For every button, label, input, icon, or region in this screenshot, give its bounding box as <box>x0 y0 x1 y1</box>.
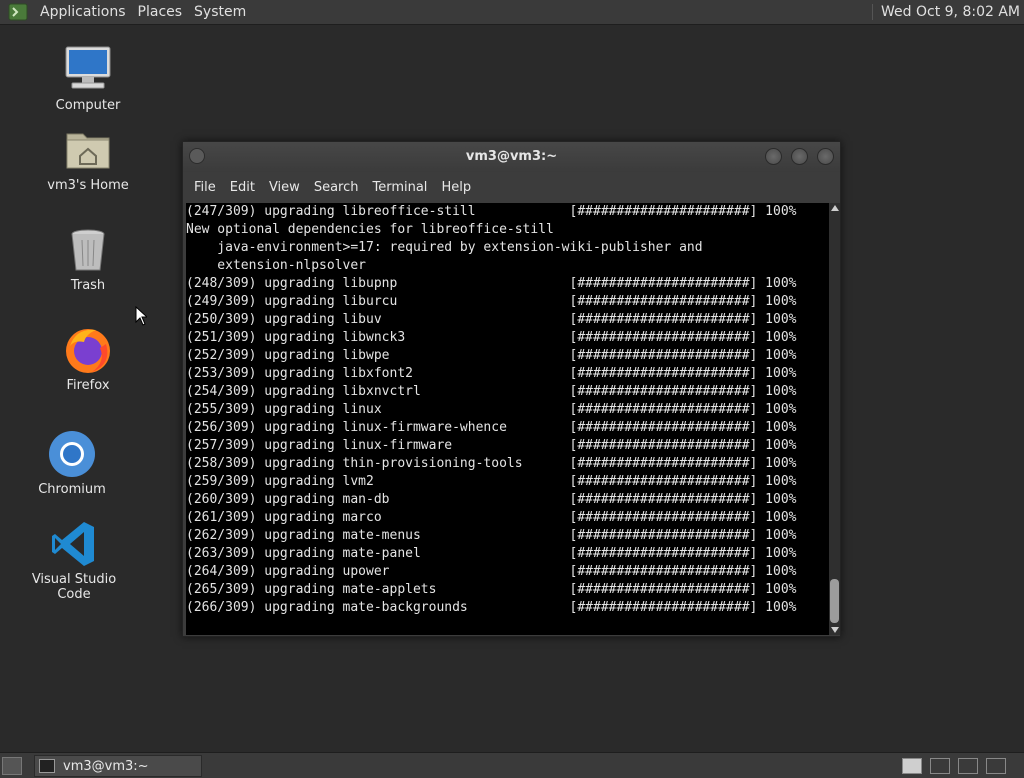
menu-help[interactable]: Help <box>434 180 478 195</box>
workspace-4[interactable] <box>986 758 1006 774</box>
desktop-icon-label: Computer <box>55 98 121 113</box>
terminal-line: java-environment>=17: required by extens… <box>186 240 703 255</box>
terminal-line: (249/309) upgrading liburcu [###########… <box>186 294 797 309</box>
terminal-line: (247/309) upgrading libreoffice-still [#… <box>186 204 797 219</box>
terminal-window[interactable]: vm3@vm3:~ File Edit View Search Terminal… <box>182 141 841 637</box>
mate-menu-icon[interactable] <box>8 3 28 21</box>
desktop-icon-label: Trash <box>70 278 106 293</box>
desktop-icon-label: vm3's Home <box>47 178 129 193</box>
terminal-line: (265/309) upgrading mate-applets [######… <box>186 582 797 597</box>
menu-terminal[interactable]: Terminal <box>365 180 434 195</box>
desktop-icon-label: Visual Studio Code <box>31 572 117 602</box>
terminal-icon <box>39 759 55 773</box>
terminal-line: (263/309) upgrading mate-panel [########… <box>186 546 797 561</box>
taskbar-window-button[interactable]: vm3@vm3:~ <box>34 755 202 777</box>
home-folder-icon <box>66 133 110 169</box>
window-menu-button[interactable] <box>189 148 205 164</box>
desktop-icon-label: Chromium <box>38 482 106 497</box>
panel-separator <box>872 4 874 20</box>
vscode-icon <box>52 522 94 566</box>
desktop-icon-chromium[interactable]: Chromium <box>12 428 132 497</box>
close-button[interactable] <box>817 148 834 165</box>
desktop-icon-label: Firefox <box>66 378 110 393</box>
desktop-icon-trash[interactable]: Trash <box>28 224 148 293</box>
places-menu[interactable]: Places <box>132 0 189 25</box>
terminal-line: (258/309) upgrading thin-provisioning-to… <box>186 456 797 471</box>
menu-view[interactable]: View <box>262 180 307 195</box>
terminal-line: (254/309) upgrading libxnvctrl [########… <box>186 384 797 399</box>
terminal-line: (260/309) upgrading man-db [############… <box>186 492 797 507</box>
scroll-up-arrow-icon[interactable] <box>831 205 839 211</box>
terminal-line: (251/309) upgrading libwnck3 [##########… <box>186 330 797 345</box>
terminal-titlebar[interactable]: vm3@vm3:~ <box>183 142 840 172</box>
terminal-scrollbar[interactable] <box>829 203 840 635</box>
firefox-icon <box>66 329 110 373</box>
bottom-panel: vm3@vm3:~ <box>0 752 1024 778</box>
computer-icon <box>65 46 111 89</box>
terminal-line: (266/309) upgrading mate-backgrounds [##… <box>186 600 797 615</box>
scrollbar-thumb[interactable] <box>830 579 839 623</box>
terminal-line: (248/309) upgrading libupnp [###########… <box>186 276 797 291</box>
chromium-icon <box>49 431 95 477</box>
terminal-line: (262/309) upgrading mate-menus [########… <box>186 528 797 543</box>
menu-edit[interactable]: Edit <box>223 180 262 195</box>
terminal-line: (264/309) upgrading upower [############… <box>186 564 797 579</box>
applications-menu[interactable]: Applications <box>34 0 132 25</box>
mouse-pointer-icon <box>135 306 147 326</box>
system-menu[interactable]: System <box>188 0 252 25</box>
trash-icon <box>71 229 105 271</box>
menu-file[interactable]: File <box>187 180 223 195</box>
menu-search[interactable]: Search <box>307 180 366 195</box>
terminal-line: (255/309) upgrading linux [#############… <box>186 402 797 417</box>
workspace-1[interactable] <box>902 758 922 774</box>
workspace-2[interactable] <box>930 758 950 774</box>
terminal-line: (261/309) upgrading marco [#############… <box>186 510 797 525</box>
terminal-line: (252/309) upgrading libwpe [############… <box>186 348 797 363</box>
terminal-line: New optional dependencies for libreoffic… <box>186 222 554 237</box>
workspace-3[interactable] <box>958 758 978 774</box>
desktop-icon-vscode[interactable]: Visual Studio Code <box>14 518 134 602</box>
show-desktop-icon[interactable] <box>2 757 22 775</box>
desktop-icon-computer[interactable]: Computer <box>28 44 148 113</box>
desktop-icon-firefox[interactable]: Firefox <box>28 324 148 393</box>
terminal-output[interactable]: (247/309) upgrading libreoffice-still [#… <box>186 203 829 635</box>
desktop-icon-home[interactable]: vm3's Home <box>28 124 148 193</box>
terminal-line: extension-nlpsolver <box>186 258 367 273</box>
terminal-line: (250/309) upgrading libuv [#############… <box>186 312 797 327</box>
window-title: vm3@vm3:~ <box>465 149 558 164</box>
minimize-button[interactable] <box>765 148 782 165</box>
maximize-button[interactable] <box>791 148 808 165</box>
taskbar-window-label: vm3@vm3:~ <box>63 758 149 774</box>
clock[interactable]: Wed Oct 9, 8:02 AM <box>881 4 1024 20</box>
terminal-line: (253/309) upgrading libxfont2 [#########… <box>186 366 797 381</box>
terminal-menubar: File Edit View Search Terminal Help <box>183 172 840 202</box>
top-panel: Applications Places System Wed Oct 9, 8:… <box>0 0 1024 25</box>
terminal-line: (256/309) upgrading linux-firmware-whenc… <box>186 420 797 435</box>
terminal-line: (259/309) upgrading lvm2 [##############… <box>186 474 797 489</box>
scroll-down-arrow-icon[interactable] <box>831 627 839 633</box>
terminal-line: (257/309) upgrading linux-firmware [####… <box>186 438 797 453</box>
